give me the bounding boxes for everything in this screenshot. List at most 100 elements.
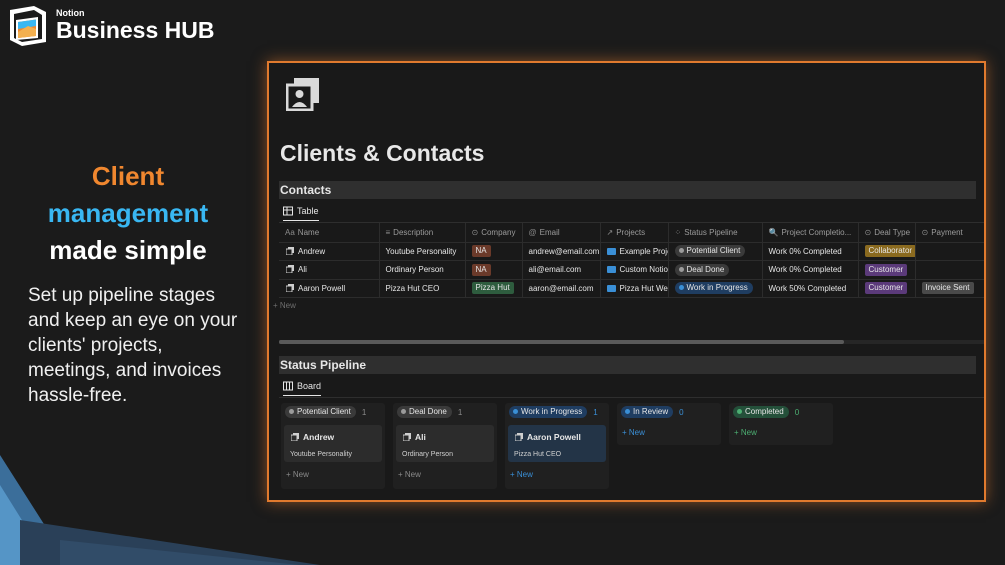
column-header-payment[interactable]: ⊙ Payment [915,223,984,243]
group-label[interactable]: Work in Progress [509,406,588,418]
tab-table-view[interactable]: Table [283,206,319,221]
page-title: Clients & Contacts [280,140,485,166]
cell-company[interactable]: Pizza Hut [465,279,523,298]
column-header-status-pipeline[interactable]: ⁘ Status Pipeline [668,223,763,243]
table-row[interactable]: Ali Ordinary Person NA ali@email.com Cus… [279,260,984,280]
column-header-company[interactable]: ⊙ Company [465,223,523,243]
cell-name[interactable]: Andrew [279,242,380,261]
board-column-potential-client: Potential Client 1 Andrew Youtube Person… [281,403,385,489]
contact-card-icon [515,433,523,441]
cell-status[interactable]: Work in Progress [668,279,763,298]
headline: Client management made simple [30,158,226,269]
brand: Notion Business HUB [4,2,214,48]
table-row[interactable]: Aaron Powell Pizza Hut CEO Pizza Hut aar… [279,279,984,298]
status-badge: Work in Progress [674,282,753,295]
cell-company[interactable]: NA [465,242,523,261]
board-new-button[interactable]: + New [398,470,421,479]
cell-payment[interactable]: Invoice Sent [915,279,984,298]
contact-card-icon [286,246,294,255]
table-icon [283,206,293,216]
cell-completion[interactable]: Work 0% Completed [762,260,859,280]
group-count: 0 [794,407,800,417]
group-label[interactable]: Deal Done [397,406,452,418]
column-header-project-completion[interactable]: 🔍 Project Completio... [762,223,859,243]
table-header-row: Aa Name ≡ Description ⊙ Company @ Email ↗ Pro… [279,223,984,243]
group-label[interactable]: In Review [621,406,674,418]
tab-board-view[interactable]: Board [283,381,322,396]
select-property-icon: ⊙ [921,227,929,237]
board-icon [283,381,293,391]
cell-email[interactable]: andrew@email.com [522,242,601,261]
card-description: Youtube Personality [290,451,353,458]
tab-board-label: Board [297,381,322,391]
deal-type-tag: Customer [864,263,908,276]
group-count: 0 [679,407,684,417]
cell-completion[interactable]: Work 0% Completed [762,242,859,261]
rollup-search-icon: 🔍 [768,227,779,237]
group-count: 1 [361,407,367,417]
group-label[interactable]: Potential Client [285,406,356,418]
group-count: 1 [457,407,463,417]
cell-projects[interactable]: Example Proje [600,242,669,261]
group-label[interactable]: Completed [733,406,789,418]
cell-company[interactable]: NA [465,260,523,280]
column-header-description[interactable]: ≡ Description [379,223,466,243]
table-row[interactable]: Andrew Youtube Personality NA andrew@ema… [279,242,984,261]
contacts-section-title[interactable]: Contacts [279,181,976,199]
cell-projects[interactable]: Pizza Hut Wel [600,279,669,298]
column-header-name[interactable]: Aa Name [279,223,380,243]
cell-deal-type[interactable]: Customer [858,279,916,298]
board-new-button[interactable]: + New [286,470,309,479]
cell-completion[interactable]: Work 50% Completed [762,279,859,298]
contact-card-icon [403,433,411,441]
tab-table-label: Table [297,206,319,216]
card-title: Andrew [303,432,335,442]
board-new-button[interactable]: + New [734,428,757,437]
folder-icon [606,266,616,274]
column-header-email[interactable]: @ Email [522,223,601,243]
lines-property-icon: ≡ [385,227,391,237]
cell-email[interactable]: aaron@email.com [522,279,601,298]
cell-description[interactable]: Ordinary Person [379,260,466,280]
relation-arrow-icon: ↗ [606,227,614,237]
cell-status[interactable]: Potential Client [668,242,763,261]
cell-deal-type[interactable]: Customer [858,260,916,280]
column-header-projects[interactable]: ↗ Projects [600,223,669,243]
cell-description[interactable]: Youtube Personality [379,242,466,261]
board-column-work-in-progress: Work in Progress 1 Aaron Powell Pizza Hu… [505,403,609,489]
notion-hub-logo-icon [4,2,50,48]
folder-icon [606,247,616,255]
cell-name[interactable]: Aaron Powell [279,279,380,298]
cell-deal-type[interactable]: Collaborator [858,242,916,261]
company-tag: Pizza Hut [471,282,514,295]
board-column-deal-done: Deal Done 1 Ali Ordinary Person + New [393,403,497,489]
cell-projects[interactable]: Custom Notio [600,260,669,280]
headline-line-1: Client [91,161,165,191]
cell-payment[interactable] [915,242,984,261]
contact-card-icon [291,433,299,441]
cell-description[interactable]: Pizza Hut CEO [379,279,466,298]
contact-card-icon [286,265,294,274]
select-property-icon: ⊙ [864,227,872,237]
table-new-row-button[interactable]: + New [273,301,296,310]
cell-name[interactable]: Ali [279,260,380,280]
board-new-button[interactable]: + New [510,470,533,479]
board-column-completed: Completed 0 + New [729,403,833,445]
board-card[interactable]: Ali Ordinary Person [396,425,494,462]
cell-payment[interactable] [915,260,984,280]
cell-status[interactable]: Deal Done [668,260,763,280]
horizontal-scrollbar-thumb[interactable] [279,340,844,344]
card-description: Pizza Hut CEO [514,451,562,458]
headline-line-2: management [47,198,209,228]
headline-line-3: made simple [49,235,207,265]
board-new-button[interactable]: + New [622,428,645,437]
board-card[interactable]: Andrew Youtube Personality [284,425,382,462]
cell-email[interactable]: ali@email.com [522,260,601,280]
status-property-icon: ⁘ [674,227,682,237]
folder-icon [606,284,616,292]
group-count: 1 [593,407,598,417]
column-header-deal-type[interactable]: ⊙ Deal Type [858,223,916,243]
card-description: Ordinary Person [402,451,453,458]
status-pipeline-section-title[interactable]: Status Pipeline [279,356,976,374]
board-card[interactable]: Aaron Powell Pizza Hut CEO [508,425,606,462]
